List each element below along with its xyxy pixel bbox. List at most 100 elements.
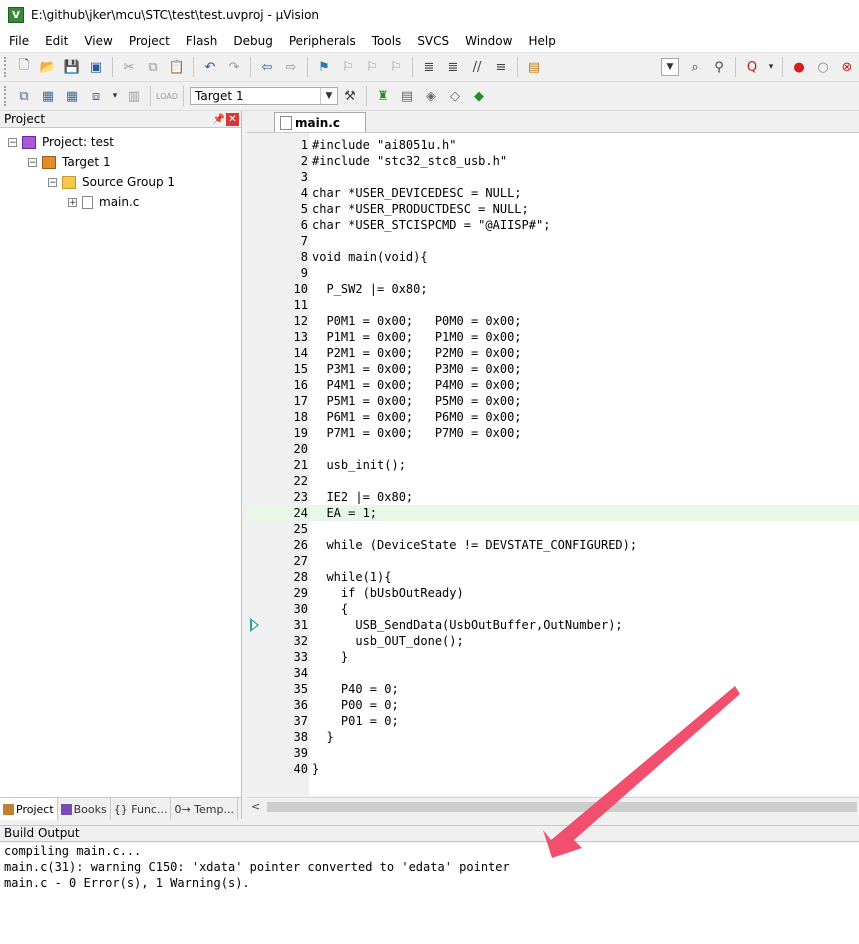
scrollbar-thumb[interactable]	[267, 802, 857, 812]
code-line[interactable]: 3	[247, 169, 859, 185]
menu-help[interactable]: Help	[519, 30, 562, 52]
disable-breakpoint-icon[interactable]: ○	[813, 57, 833, 77]
code-line[interactable]: 26 while (DeviceState != DEVSTATE_CONFIG…	[247, 537, 859, 553]
code-line[interactable]: 23 IE2 |= 0x80;	[247, 489, 859, 505]
prev-bookmark-icon[interactable]: ⚐	[338, 57, 358, 77]
target-select[interactable]: Target 1 ▼	[190, 87, 338, 105]
code-line[interactable]: 7	[247, 233, 859, 249]
code-line[interactable]: 12 P0M1 = 0x00; P0M0 = 0x00;	[247, 313, 859, 329]
tree-item-file[interactable]: + main.c	[68, 193, 139, 211]
code-line[interactable]: 5 char *USER_PRODUCTDESC = NULL;	[247, 201, 859, 217]
code-line[interactable]: 32 usb_OUT_done();	[247, 633, 859, 649]
code-line[interactable]: 8 void main(void){	[247, 249, 859, 265]
code-line[interactable]: 14 P2M1 = 0x00; P2M0 = 0x00;	[247, 345, 859, 361]
code-line[interactable]: 37 P01 = 0;	[247, 713, 859, 729]
code-line[interactable]: 40}	[247, 761, 859, 777]
incremental-find-icon[interactable]: ⚲	[709, 57, 729, 77]
toolbar-grip[interactable]	[4, 57, 9, 77]
code-line[interactable]: 29 if (bUsbOutReady)	[247, 585, 859, 601]
code-line[interactable]: 15 P3M1 = 0x00; P3M0 = 0x00;	[247, 361, 859, 377]
code-line[interactable]: 33 }	[247, 649, 859, 665]
collapse-icon[interactable]: −	[8, 137, 17, 147]
code-line[interactable]: 11	[247, 297, 859, 313]
code-line[interactable]: 1 #include "ai8051u.h"	[247, 137, 859, 153]
cut-icon[interactable]: ✂	[119, 57, 139, 77]
code-line[interactable]: 25	[247, 521, 859, 537]
pack-installer-icon[interactable]: ◈	[421, 86, 441, 106]
dropdown-icon[interactable]: ▾	[766, 57, 776, 77]
expand-icon[interactable]: +	[68, 197, 77, 207]
dropdown-icon[interactable]: ▾	[110, 86, 120, 106]
menu-peripherals[interactable]: Peripherals	[280, 30, 363, 52]
tab-functions[interactable]: {} Func...	[111, 798, 172, 820]
tab-main-c[interactable]: main.c	[274, 112, 366, 132]
new-file-icon[interactable]: 🗋	[14, 57, 34, 77]
menu-debug[interactable]: Debug	[224, 30, 279, 52]
menu-project[interactable]: Project	[120, 30, 177, 52]
navigate-forward-icon[interactable]: ⇨	[281, 57, 301, 77]
code-line[interactable]: 31 USB_SendData(UsbOutBuffer,OutNumber);	[247, 617, 859, 633]
code-line[interactable]: 21 usb_init();	[247, 457, 859, 473]
tree-item-source-group[interactable]: − Source Group 1	[48, 173, 175, 191]
comment-icon[interactable]: //	[467, 57, 487, 77]
code-line[interactable]: 6 char *USER_STCISPCMD = "@AIISP#";	[247, 217, 859, 233]
collapse-icon[interactable]: −	[28, 157, 37, 167]
tree-item-project[interactable]: − Project: test	[8, 133, 114, 151]
code-line[interactable]: 34	[247, 665, 859, 681]
code-line[interactable]: 9	[247, 265, 859, 281]
breakpoint-icon[interactable]: ●	[789, 57, 809, 77]
debug-session-icon[interactable]: Q	[742, 57, 762, 77]
build-icon[interactable]: ▦	[38, 86, 58, 106]
batch-build-icon[interactable]: ⧈	[86, 86, 106, 106]
bookmark-icon[interactable]: ⚑	[314, 57, 334, 77]
menu-svcs[interactable]: SVCS	[408, 30, 456, 52]
menu-view[interactable]: View	[75, 30, 119, 52]
stop-build-icon[interactable]: ▥	[124, 86, 144, 106]
code-line[interactable]: 28 while(1){	[247, 569, 859, 585]
code-line[interactable]: 24 EA = 1;	[247, 505, 859, 521]
run-time-env-icon[interactable]: ◆	[469, 86, 489, 106]
save-icon[interactable]: 💾	[62, 57, 82, 77]
tree-item-target[interactable]: − Target 1	[28, 153, 111, 171]
code-line[interactable]: 2 #include "stc32_stc8_usb.h"	[247, 153, 859, 169]
rebuild-icon[interactable]: ▦	[62, 86, 82, 106]
build-output-pane[interactable]: compiling main.c... main.c(31): warning …	[0, 843, 859, 944]
scroll-left-icon[interactable]: <	[251, 800, 260, 813]
code-line[interactable]: 13 P1M1 = 0x00; P1M0 = 0x00;	[247, 329, 859, 345]
menu-flash[interactable]: Flash	[177, 30, 224, 52]
uncomment-icon[interactable]: ≡	[491, 57, 511, 77]
find-icon[interactable]: ⌕	[685, 57, 705, 77]
code-line[interactable]: 16 P4M1 = 0x00; P4M0 = 0x00;	[247, 377, 859, 393]
code-line[interactable]: 36 P00 = 0;	[247, 697, 859, 713]
find-combo[interactable]: ▼	[661, 58, 679, 76]
code-editor[interactable]: 1 #include "ai8051u.h" 2 #include "stc32_st…	[247, 133, 859, 796]
load-icon[interactable]: LOAD	[156, 86, 178, 106]
open-folder-icon[interactable]: 📂	[38, 57, 58, 77]
find-in-files-icon[interactable]: ▤	[524, 57, 544, 77]
redo-icon[interactable]: ↷	[224, 57, 244, 77]
select-packs-icon[interactable]: ◇	[445, 86, 465, 106]
menu-tools[interactable]: Tools	[363, 30, 409, 52]
horizontal-scrollbar[interactable]: <	[247, 797, 859, 816]
indent-icon[interactable]: ≣	[419, 57, 439, 77]
tab-project[interactable]: Project	[0, 798, 58, 820]
close-icon[interactable]: ✕	[226, 112, 239, 126]
tab-books[interactable]: Books	[58, 798, 111, 820]
code-line[interactable]: 18 P6M1 = 0x00; P6M0 = 0x00;	[247, 409, 859, 425]
pin-icon[interactable]: 📌	[212, 114, 226, 125]
toolbar-grip[interactable]	[4, 86, 9, 106]
clear-bookmarks-icon[interactable]: ⚐	[386, 57, 406, 77]
manage-components-icon[interactable]: ♜	[373, 86, 393, 106]
menu-file[interactable]: File	[0, 30, 36, 52]
paste-icon[interactable]: 📋	[167, 57, 187, 77]
collapse-icon[interactable]: −	[48, 177, 57, 187]
navigate-back-icon[interactable]: ⇦	[257, 57, 277, 77]
file-extensions-icon[interactable]: ▤	[397, 86, 417, 106]
code-line[interactable]: 39	[247, 745, 859, 761]
code-line[interactable]: 4 char *USER_DEVICEDESC = NULL;	[247, 185, 859, 201]
menu-edit[interactable]: Edit	[36, 30, 75, 52]
save-all-icon[interactable]: ▣	[86, 57, 106, 77]
code-line[interactable]: 27	[247, 553, 859, 569]
code-line[interactable]: 17 P5M1 = 0x00; P5M0 = 0x00;	[247, 393, 859, 409]
code-line[interactable]: 10 P_SW2 |= 0x80;	[247, 281, 859, 297]
